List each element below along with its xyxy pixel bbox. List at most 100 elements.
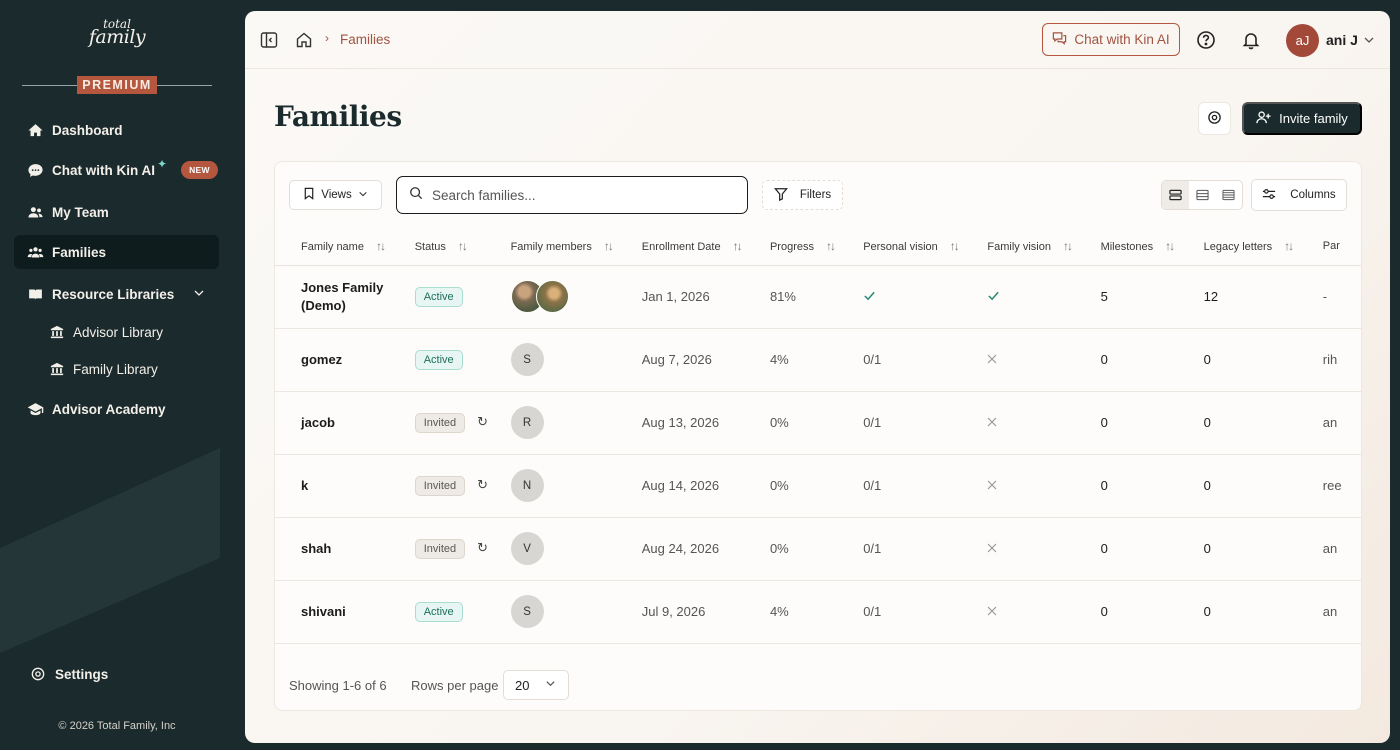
rows-per-page-value: 20 — [515, 677, 530, 693]
column-header-label: Family name — [301, 241, 364, 254]
chevron-down-icon[interactable] — [1363, 33, 1375, 51]
personal-vision-cell: 0/1 — [863, 454, 988, 518]
family-name-cell[interactable]: jacob — [301, 414, 401, 432]
table-row[interactable]: gomez Active S Aug 7, 2026 4% 0/1 0 0 ri… — [275, 328, 1361, 392]
sidebar-item-label: Resource Libraries — [52, 286, 175, 302]
sidebar-item-dashboard[interactable]: Dashboard — [14, 113, 219, 147]
sort-icon[interactable]: ↑↓ — [1063, 239, 1073, 253]
family-name-cell[interactable]: Jones Family (Demo) — [301, 279, 401, 315]
table-row[interactable]: shivani Active S Jul 9, 2026 4% 0/1 0 0 … — [275, 580, 1361, 644]
table-header-row: Family name ↑↓ Status ↑↓ Family members ↑↓ … — [275, 228, 1361, 266]
sidebar-item-settings[interactable]: Settings — [30, 666, 108, 682]
brand-logo[interactable]: total family — [0, 18, 234, 47]
home-icon[interactable] — [295, 31, 313, 49]
column-header-label: Personal vision — [863, 241, 938, 254]
chevron-right-icon: › — [325, 31, 329, 45]
column-header-label: Family members — [510, 241, 592, 254]
filters-button[interactable]: Filters — [762, 180, 843, 210]
table-row[interactable]: Jones Family (Demo) Active Jan 1, 2026 8… — [275, 265, 1361, 329]
rows-per-page-select[interactable]: 20 — [503, 670, 569, 700]
user-avatar[interactable]: aJ — [1286, 24, 1319, 57]
personal-vision-cell: 0/1 — [863, 517, 988, 581]
resend-invite-icon[interactable]: ↻ — [477, 414, 488, 430]
legacy-letters-cell: 0 — [1203, 517, 1323, 581]
columns-label: Columns — [1290, 189, 1336, 201]
enrollment-date-cell: Aug 14, 2026 — [641, 454, 770, 518]
table-settings-button[interactable] — [1198, 102, 1231, 135]
family-name-cell[interactable]: k — [301, 477, 401, 495]
sidebar-toggle-icon[interactable] — [260, 31, 278, 49]
column-header-milestones[interactable]: Milestones ↑↓ — [1100, 228, 1204, 266]
resend-invite-icon[interactable]: ↻ — [477, 477, 488, 493]
table-row[interactable]: k Invited ↻ N Aug 14, 2026 0% 0/1 0 0 ree — [275, 454, 1361, 518]
sort-icon[interactable]: ↑↓ — [950, 239, 960, 253]
member-avatar[interactable]: V — [510, 532, 544, 565]
sort-icon[interactable]: ↑↓ — [1165, 239, 1175, 253]
chat-bubble-icon — [26, 161, 44, 179]
chevron-down-icon[interactable] — [193, 287, 205, 302]
sidebar-subitem-family-library[interactable]: Family Library — [50, 357, 158, 381]
milestones-cell: 0 — [1100, 517, 1204, 581]
sort-icon[interactable]: ↑↓ — [604, 239, 614, 253]
bell-icon[interactable] — [1241, 30, 1261, 50]
column-header-enrollment-date[interactable]: Enrollment Date ↑↓ — [641, 228, 770, 266]
milestones-cell: 0 — [1100, 454, 1204, 518]
column-header-personal-vision[interactable]: Personal vision ↑↓ — [863, 228, 988, 266]
density-toggle — [1161, 180, 1243, 210]
density-medium-icon[interactable] — [1189, 181, 1216, 209]
sidebar-item-advisor-academy[interactable]: Advisor Academy — [14, 392, 219, 426]
sliders-icon — [1262, 187, 1276, 204]
column-header-family-vision[interactable]: Family vision ↑↓ — [987, 228, 1101, 266]
sort-icon[interactable]: ↑↓ — [376, 239, 386, 253]
sidebar-item-label: Families — [52, 244, 107, 260]
views-button[interactable]: Views — [289, 180, 382, 210]
breadcrumb-current[interactable]: Families — [340, 32, 390, 47]
column-header-status[interactable]: Status ↑↓ — [414, 228, 511, 266]
sidebar-item-chat-kin-ai[interactable]: Chat with Kin AI ✦ NEW — [14, 153, 219, 187]
member-avatar[interactable]: R — [510, 406, 544, 439]
sort-icon[interactable]: ↑↓ — [1284, 239, 1294, 253]
sort-icon[interactable]: ↑↓ — [458, 239, 468, 253]
sort-icon[interactable]: ↑↓ — [733, 239, 743, 253]
table-row[interactable]: jacob Invited ↻ R Aug 13, 2026 0% 0/1 0 0… — [275, 391, 1361, 455]
graduation-cap-icon — [26, 400, 44, 418]
user-name[interactable]: ani J — [1326, 32, 1358, 48]
table-row[interactable]: shah Invited ↻ V Aug 24, 2026 0% 0/1 0 0 … — [275, 517, 1361, 581]
member-photo-avatar[interactable] — [535, 280, 569, 313]
columns-button[interactable]: Columns — [1251, 179, 1347, 211]
column-header-progress[interactable]: Progress ↑↓ — [769, 228, 864, 266]
column-header-label: Family vision — [987, 241, 1051, 254]
column-header-partial[interactable]: Par — [1322, 228, 1361, 266]
member-avatar[interactable]: S — [510, 595, 544, 628]
invite-family-button[interactable]: Invite family — [1242, 102, 1362, 135]
families-icon — [26, 243, 44, 261]
sort-icon[interactable]: ↑↓ — [826, 239, 836, 253]
sidebar-item-resource-libraries[interactable]: Resource Libraries — [14, 277, 219, 311]
help-icon[interactable] — [1196, 30, 1216, 50]
member-avatar[interactable]: S — [510, 343, 544, 376]
sidebar-item-families[interactable]: Families — [14, 235, 219, 269]
progress-cell: 0% — [769, 391, 864, 455]
sidebar-subitem-advisor-library[interactable]: Advisor Library — [50, 320, 163, 344]
search-input[interactable] — [432, 187, 732, 203]
sidebar-item-my-team[interactable]: My Team — [14, 195, 219, 229]
column-header-family-members[interactable]: Family members ↑↓ — [510, 228, 642, 266]
library-icon — [50, 362, 64, 376]
resend-invite-icon[interactable]: ↻ — [477, 540, 488, 556]
partial-cell: an — [1322, 391, 1361, 455]
family-name-cell[interactable]: gomez — [301, 351, 401, 369]
views-label: Views — [321, 189, 352, 201]
family-name-cell[interactable]: shivani — [301, 603, 401, 621]
enrollment-date-cell: Jul 9, 2026 — [641, 580, 770, 644]
chat-kin-ai-button[interactable]: Chat with Kin AI — [1042, 23, 1180, 56]
chat-button-label: Chat with Kin AI — [1074, 32, 1170, 47]
column-header-label: Progress — [769, 241, 814, 254]
density-compact-icon[interactable] — [1162, 181, 1189, 209]
column-header-family-name[interactable]: Family name ↑↓ — [275, 228, 415, 266]
density-comfortable-icon[interactable] — [1215, 181, 1242, 209]
family-name-cell[interactable]: shah — [301, 540, 401, 558]
member-avatar[interactable]: N — [510, 469, 544, 502]
column-header-legacy-letters[interactable]: Legacy letters ↑↓ — [1203, 228, 1323, 266]
legacy-letters-cell: 0 — [1203, 391, 1323, 455]
sidebar: total family PREMIUM Dashboard Chat with… — [0, 0, 234, 750]
